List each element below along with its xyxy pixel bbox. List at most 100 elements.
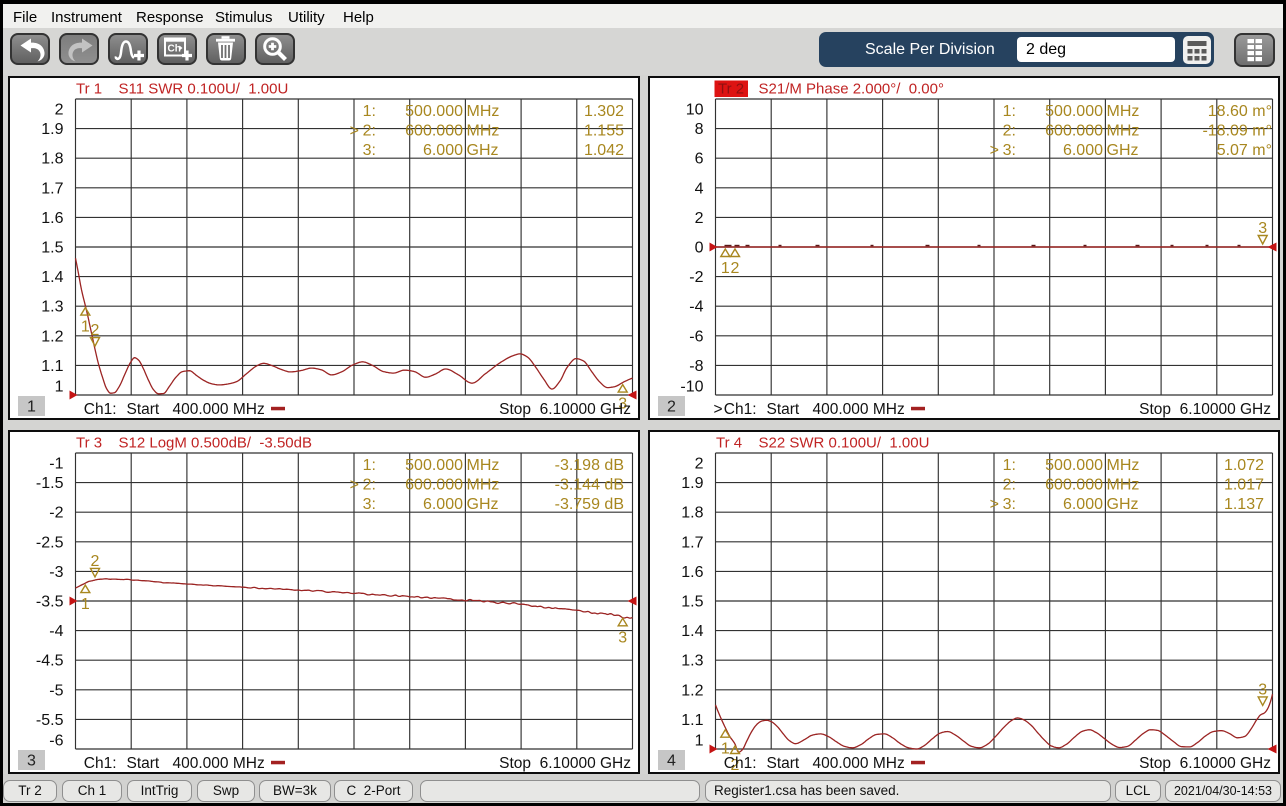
svg-text:1.1: 1.1: [681, 712, 703, 729]
svg-text:4: 4: [667, 753, 676, 770]
svg-text:Start: Start: [127, 401, 160, 418]
svg-text:1: 1: [695, 733, 704, 750]
svg-text:Stop 6.10000 GHz: Stop 6.10000 GHz: [499, 401, 631, 418]
svg-text:1.017: 1.017: [1224, 476, 1264, 493]
svg-text:1:: 1:: [363, 103, 376, 120]
svg-text:Start: Start: [767, 755, 800, 772]
svg-text:-4: -4: [689, 299, 703, 316]
svg-text:1.8: 1.8: [41, 151, 63, 168]
svg-text:Tr 4: Tr 4: [716, 435, 742, 452]
svg-text:0: 0: [695, 240, 704, 257]
svg-text:400.000 MHz: 400.000 MHz: [173, 755, 265, 772]
svg-text:MHz: MHz: [1107, 103, 1140, 120]
svg-text:1: 1: [55, 379, 64, 396]
svg-text:1: 1: [721, 260, 730, 277]
svg-text:600.000: 600.000: [405, 122, 463, 139]
svg-text:S11 SWR 0.100U/ 1.00U: S11 SWR 0.100U/ 1.00U: [119, 81, 289, 98]
svg-text:-6: -6: [689, 328, 703, 345]
svg-text:3:: 3:: [363, 142, 376, 159]
svg-text:Ch: Ch: [168, 44, 181, 55]
svg-text:Ch1:: Ch1:: [724, 401, 757, 418]
svg-text:1.5: 1.5: [41, 240, 63, 257]
svg-text:GHz: GHz: [1107, 496, 1139, 513]
svg-text:Stop 6.10000 GHz: Stop 6.10000 GHz: [1139, 401, 1271, 418]
svg-text:1.9: 1.9: [681, 475, 703, 492]
svg-text:-6: -6: [49, 733, 63, 750]
svg-text:600.000: 600.000: [1045, 122, 1103, 139]
svg-text:8: 8: [695, 121, 704, 138]
svg-text:-5: -5: [49, 682, 63, 699]
svg-text:-3: -3: [49, 564, 63, 581]
svg-text:GHz: GHz: [467, 496, 499, 513]
svg-text:1:: 1:: [1003, 457, 1016, 474]
svg-text:-2: -2: [49, 505, 63, 522]
svg-text:S21/M Phase 2.000°/ 0.00°: S21/M Phase 2.000°/ 0.00°: [759, 81, 944, 98]
svg-text:1.7: 1.7: [41, 180, 63, 197]
svg-text:3: 3: [1258, 681, 1267, 698]
svg-text:6.000: 6.000: [423, 142, 463, 159]
svg-text:MHz: MHz: [467, 122, 500, 139]
svg-text:MHz: MHz: [1107, 476, 1140, 493]
svg-text:1.6: 1.6: [41, 210, 63, 227]
svg-text:Ch1:: Ch1:: [724, 755, 757, 772]
svg-text:1.2: 1.2: [681, 682, 703, 699]
svg-text:-2.5: -2.5: [36, 534, 64, 551]
svg-text:-3.198 dB: -3.198 dB: [555, 457, 624, 474]
svg-text:6.000: 6.000: [1063, 142, 1103, 159]
svg-text:-1.5: -1.5: [36, 475, 64, 492]
svg-text:400.000 MHz: 400.000 MHz: [813, 755, 905, 772]
svg-text:500.000: 500.000: [1045, 457, 1103, 474]
svg-text:1.6: 1.6: [681, 564, 703, 581]
svg-text:S22 SWR 0.100U/ 1.00U: S22 SWR 0.100U/ 1.00U: [759, 435, 930, 452]
svg-text:2: 2: [55, 102, 64, 119]
svg-text:Start: Start: [767, 401, 800, 418]
svg-text:GHz: GHz: [467, 142, 499, 159]
svg-text:>: >: [350, 122, 359, 139]
svg-text:2: 2: [731, 260, 740, 277]
svg-text:Tr 3: Tr 3: [76, 435, 102, 452]
svg-text:1.072: 1.072: [1224, 457, 1264, 474]
svg-text:-3.5: -3.5: [36, 594, 64, 611]
svg-text:MHz: MHz: [467, 457, 500, 474]
svg-text:6.000: 6.000: [1063, 496, 1103, 513]
svg-text:-4.5: -4.5: [36, 653, 64, 670]
svg-text:-3.144 dB: -3.144 dB: [555, 476, 624, 493]
svg-text:3: 3: [27, 753, 36, 770]
svg-text:1.2: 1.2: [41, 328, 63, 345]
svg-text:1.7: 1.7: [681, 534, 703, 551]
svg-text:-2: -2: [689, 269, 703, 286]
svg-text:1.137: 1.137: [1224, 496, 1264, 513]
svg-text:-3.759 dB: -3.759 dB: [555, 496, 624, 513]
svg-text:1.5: 1.5: [681, 594, 703, 611]
svg-text:1.302: 1.302: [584, 103, 624, 120]
svg-text:2:: 2:: [1003, 122, 1016, 139]
svg-text:-10: -10: [680, 379, 703, 396]
svg-text:-1: -1: [49, 456, 63, 473]
svg-text:1.155: 1.155: [584, 122, 624, 139]
svg-text:3:: 3:: [1003, 496, 1016, 513]
svg-text:500.000: 500.000: [1045, 103, 1103, 120]
svg-text:S12 LogM 0.500dB/ -3.50dB: S12 LogM 0.500dB/ -3.50dB: [119, 435, 312, 452]
svg-text:1: 1: [27, 399, 36, 416]
svg-text:Ch1:: Ch1:: [84, 401, 117, 418]
svg-text:Tr 2: Tr 2: [718, 81, 744, 98]
svg-text:400.000 MHz: 400.000 MHz: [813, 401, 905, 418]
svg-text:MHz: MHz: [467, 476, 500, 493]
svg-text:1.4: 1.4: [41, 269, 63, 286]
svg-text:MHz: MHz: [1107, 122, 1140, 139]
svg-text:600.000: 600.000: [1045, 476, 1103, 493]
svg-text:GHz: GHz: [1107, 142, 1139, 159]
svg-text:-8: -8: [689, 358, 703, 375]
svg-text:1: 1: [81, 596, 90, 613]
svg-text:>: >: [350, 476, 359, 493]
svg-text:6.000: 6.000: [423, 496, 463, 513]
svg-text:1.042: 1.042: [584, 142, 624, 159]
svg-text:2: 2: [667, 399, 676, 416]
svg-text:1:: 1:: [1003, 103, 1016, 120]
svg-text:10: 10: [686, 102, 704, 119]
svg-text:2:: 2:: [1003, 476, 1016, 493]
svg-text:Stop 6.10000 GHz: Stop 6.10000 GHz: [499, 755, 631, 772]
svg-text:5.07 m°: 5.07 m°: [1217, 142, 1272, 159]
svg-text:2: 2: [695, 456, 704, 473]
svg-text:>: >: [990, 142, 999, 159]
